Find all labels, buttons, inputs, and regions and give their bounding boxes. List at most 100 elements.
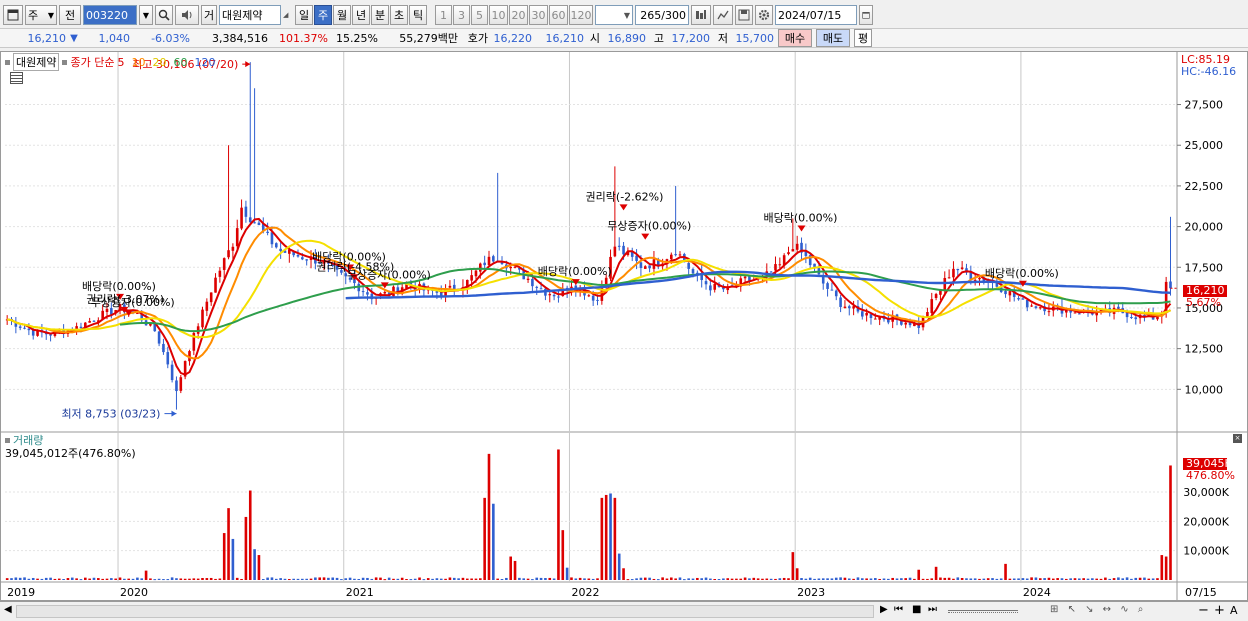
period-week-button[interactable]: 주 bbox=[314, 5, 332, 25]
zoom-plus-icon[interactable]: + bbox=[1214, 603, 1225, 618]
prev-button[interactable]: 전 bbox=[59, 5, 81, 25]
volume-bar bbox=[296, 578, 300, 580]
volume-bar bbox=[387, 577, 391, 580]
period-second-button[interactable]: 초 bbox=[390, 5, 408, 25]
chart-area[interactable]: 2019 2020 2021 2022 2023 2024 07/15 10,000 12,50… bbox=[0, 51, 1248, 601]
table-view-icon[interactable] bbox=[10, 72, 23, 84]
volume-bar bbox=[1104, 577, 1107, 580]
candle-body bbox=[1117, 306, 1120, 309]
interval-1-button[interactable]: 1 bbox=[435, 5, 452, 25]
drawing-tool-icon[interactable] bbox=[713, 5, 733, 25]
period-year-button[interactable]: 년 bbox=[352, 5, 370, 25]
high-label: 고 bbox=[653, 32, 664, 45]
volume-bar bbox=[283, 578, 287, 580]
sound-icon[interactable] bbox=[175, 5, 199, 25]
eval-button[interactable]: 평 bbox=[854, 29, 872, 47]
volume-bar bbox=[166, 579, 170, 581]
volume-bar bbox=[895, 578, 899, 580]
volume-bar bbox=[292, 578, 295, 580]
volume-bar bbox=[344, 578, 348, 580]
indicator-settings-icon[interactable] bbox=[691, 5, 711, 25]
volume-bar bbox=[1108, 578, 1112, 580]
category-button[interactable]: 거 bbox=[201, 5, 217, 25]
stock-code-input[interactable]: 003220 bbox=[83, 5, 137, 25]
volume-bar bbox=[62, 579, 65, 581]
save-icon[interactable] bbox=[735, 5, 753, 25]
volume-bar bbox=[1147, 578, 1151, 580]
candle-body bbox=[591, 295, 595, 301]
horizontal-scrollbar[interactable] bbox=[16, 605, 874, 618]
volume-bar bbox=[617, 553, 621, 580]
legend-ma-prefix[interactable]: 종가 단순 bbox=[70, 54, 114, 70]
volume-bar bbox=[1086, 578, 1090, 580]
count-input[interactable]: 265 /300 bbox=[635, 5, 689, 25]
legend-stock-name[interactable]: 대원제약 bbox=[13, 53, 60, 71]
market-select[interactable]: 주 ▼ bbox=[25, 5, 57, 25]
interval-120-button[interactable]: 120 bbox=[569, 5, 593, 25]
interval-10-button[interactable]: 10 bbox=[489, 5, 508, 25]
x-tick-label: 2022 bbox=[571, 586, 599, 599]
volume-bar bbox=[926, 578, 929, 580]
volume-bar bbox=[1056, 578, 1059, 580]
volume-bar bbox=[683, 579, 686, 581]
volume-bar bbox=[578, 577, 582, 580]
gear-icon[interactable] bbox=[755, 5, 773, 25]
volume-bar bbox=[704, 577, 708, 580]
candle-body bbox=[643, 266, 647, 269]
panel-close-icon[interactable]: × bbox=[1233, 434, 1242, 443]
volume-bar bbox=[552, 578, 556, 580]
drawing-tools-icon[interactable]: ⊞ ↖ ↘ ↔ ∿ ⌕ bbox=[1050, 604, 1146, 615]
volume-bar bbox=[982, 578, 986, 580]
volume-bar bbox=[422, 579, 426, 581]
zoom-slider[interactable] bbox=[948, 610, 1018, 613]
interval-5-button[interactable]: 5 bbox=[471, 5, 488, 25]
code-dropdown-button[interactable]: ▼ bbox=[139, 5, 153, 25]
zoom-minus-icon[interactable]: − bbox=[1198, 603, 1209, 618]
last-icon[interactable]: ⏭ bbox=[928, 604, 937, 615]
candle-body bbox=[209, 292, 213, 303]
candle-body bbox=[978, 277, 981, 280]
chart-legend: 대원제약 종가 단순 5 10 20 60 120 bbox=[5, 53, 215, 71]
stop-icon[interactable]: ■ bbox=[912, 604, 921, 615]
volume-bar bbox=[457, 578, 460, 580]
interval-30-button[interactable]: 30 bbox=[529, 5, 548, 25]
calendar-icon[interactable] bbox=[859, 5, 873, 25]
interval-20-button[interactable]: 20 bbox=[509, 5, 528, 25]
volume-bar bbox=[969, 578, 973, 580]
volume-bar bbox=[214, 578, 217, 580]
candle-body bbox=[670, 254, 673, 260]
interval-3-button[interactable]: 3 bbox=[453, 5, 470, 25]
candle-body bbox=[105, 308, 109, 313]
candle-body bbox=[270, 232, 274, 245]
scroll-right-icon[interactable]: ▶ bbox=[880, 604, 888, 615]
candle-body bbox=[743, 276, 747, 279]
volume-bar bbox=[431, 578, 434, 580]
volume-bar bbox=[591, 578, 595, 580]
volume-bar bbox=[88, 578, 91, 580]
interval-custom-input[interactable]: ▼ bbox=[595, 5, 633, 25]
candle-body bbox=[248, 217, 252, 223]
window-icon[interactable] bbox=[3, 5, 23, 25]
period-tick-button[interactable]: 틱 bbox=[409, 5, 427, 25]
date-input[interactable]: 2024/07/15 bbox=[775, 5, 857, 25]
candle-body bbox=[839, 297, 842, 307]
period-month-button[interactable]: 월 bbox=[333, 5, 351, 25]
search-icon[interactable] bbox=[155, 5, 173, 25]
candle-body bbox=[548, 294, 552, 296]
interval-60-button[interactable]: 60 bbox=[549, 5, 568, 25]
open-value: 16,890 bbox=[607, 31, 647, 45]
y-tick-label: 22,500 bbox=[1185, 180, 1224, 193]
text-tool-icon[interactable]: A bbox=[1230, 604, 1238, 617]
period-minute-button[interactable]: 분 bbox=[371, 5, 389, 25]
volume-bar bbox=[622, 568, 625, 580]
buy-button[interactable]: 매수 bbox=[778, 29, 812, 47]
first-icon[interactable]: ⏮ bbox=[894, 604, 903, 615]
volume-title[interactable]: 거래량 bbox=[13, 434, 43, 447]
period-day-button[interactable]: 일 bbox=[295, 5, 313, 25]
sell-button[interactable]: 매도 bbox=[816, 29, 850, 47]
open-label: 시 bbox=[589, 32, 600, 45]
scroll-left-icon[interactable]: ◀ bbox=[4, 604, 12, 615]
candle-body bbox=[834, 290, 838, 297]
stock-name-field[interactable]: 대원제약 bbox=[219, 5, 281, 25]
volume-bar bbox=[1025, 578, 1029, 580]
